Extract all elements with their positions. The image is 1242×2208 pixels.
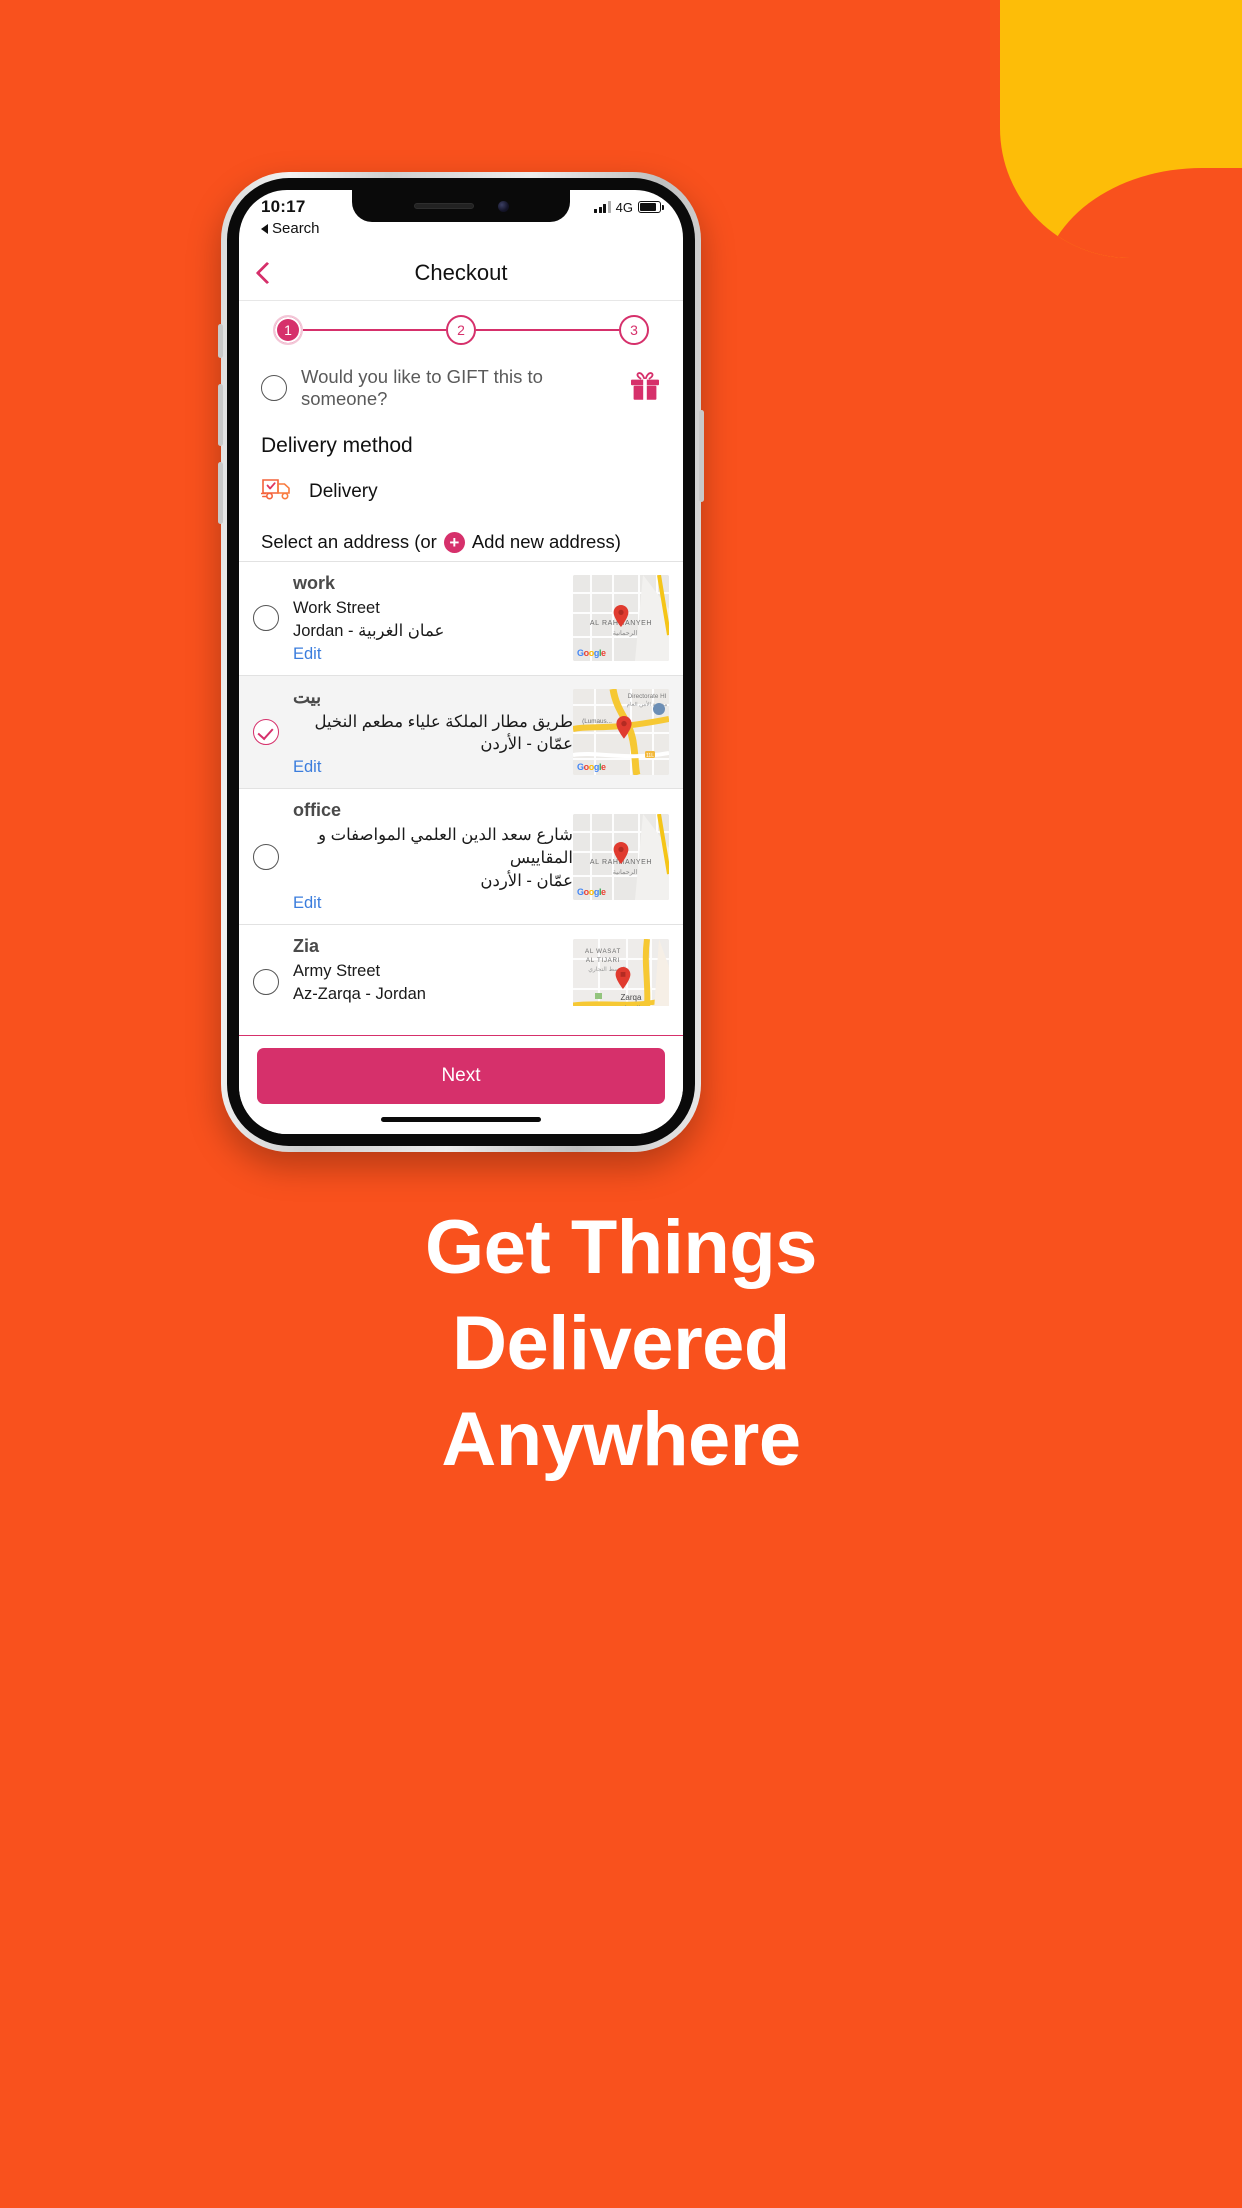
gift-question-label: Would you like to GIFT this to someone?	[301, 366, 543, 409]
address-map-thumbnail[interactable]: AL RAHMANYEH الرحمانية Google	[573, 575, 669, 662]
volume-down-button[interactable]	[218, 462, 223, 524]
home-indicator[interactable]	[381, 1117, 541, 1122]
select-address-line: Select an address (or + Add new address)	[239, 517, 683, 561]
svg-text:Zarqa: Zarqa	[621, 993, 642, 1002]
checkout-stepper: 1 2 3	[239, 300, 683, 360]
nav-bar: Checkout	[239, 246, 683, 300]
svg-text:(Lumaus...: (Lumaus...	[582, 718, 612, 725]
page-title: Checkout	[414, 260, 508, 285]
address-texts: بيت طريق مطار الملكة علياء مطعم النخيل ع…	[293, 687, 573, 778]
network-type-label: 4G	[615, 199, 633, 215]
decorative-yellow-shape	[1000, 0, 1242, 258]
gift-option-row[interactable]: Would you like to GIFT this to someone?	[239, 352, 683, 422]
address-radio[interactable]	[253, 605, 279, 632]
checkout-content: Would you like to GIFT this to someone? …	[239, 352, 683, 1006]
notch	[352, 190, 570, 222]
phone-screen: 10:17 4G Search Checkout 1 2 3 Would you…	[239, 190, 683, 1134]
address-line-1: Army Street	[293, 962, 381, 981]
address-line-2: عمّان - الأردن	[480, 871, 573, 890]
front-camera-icon	[497, 200, 509, 212]
stepper-step-1[interactable]: 1	[273, 315, 303, 345]
power-button[interactable]	[699, 410, 704, 502]
svg-text:AL WASAT: AL WASAT	[585, 948, 621, 955]
gift-icon	[629, 371, 661, 406]
checkout-footer: Next	[239, 1035, 683, 1134]
google-logo: Google	[577, 886, 606, 897]
next-button[interactable]: Next	[257, 1048, 665, 1104]
address-edit-link[interactable]: Edit	[293, 645, 573, 664]
address-edit-link[interactable]: Edit	[293, 894, 573, 913]
address-map-thumbnail[interactable]: Directorate HI مديرية الأمن العام (Lumau…	[573, 688, 669, 775]
triangle-left-icon	[261, 223, 268, 234]
back-to-search-label: Search	[272, 220, 320, 237]
gift-radio[interactable]	[261, 375, 287, 401]
address-radio[interactable]	[253, 968, 279, 995]
delivery-truck-icon	[260, 476, 295, 507]
address-list-item[interactable]: بيت طريق مطار الملكة علياء مطعم النخيل ع…	[239, 675, 683, 790]
address-name: بيت	[293, 686, 322, 707]
address-line-1: طريق مطار الملكة علياء مطعم النخيل	[314, 712, 573, 731]
delivery-method-row[interactable]: Delivery	[239, 464, 683, 517]
signal-bars-icon	[594, 201, 611, 213]
earpiece-speaker-icon	[413, 203, 474, 209]
stepper-connector-2	[476, 329, 619, 331]
address-texts: work Work Street Jordan - عمان الغربية E…	[293, 573, 573, 664]
phone-mockup: 10:17 4G Search Checkout 1 2 3 Would you…	[218, 172, 704, 1152]
google-logo: Google	[577, 761, 606, 772]
stepper-connector-1	[303, 329, 446, 331]
address-map-thumbnail[interactable]: AL WASAT AL TIJARI الوسط التجاري Zarqa ا…	[573, 938, 669, 1006]
delivery-method-label: Delivery	[309, 480, 378, 502]
stepper-step-3[interactable]: 3	[619, 315, 649, 345]
address-list: work Work Street Jordan - عمان الغربية E…	[239, 561, 683, 1006]
battery-icon	[638, 201, 664, 213]
svg-text:Directorate HI: Directorate HI	[628, 693, 667, 700]
marketing-headline: Get Things Delivered Anywhere	[0, 1200, 1242, 1487]
delivery-method-title: Delivery method	[261, 434, 413, 457]
svg-text:11L: 11L	[646, 753, 654, 759]
address-radio[interactable]	[253, 843, 279, 870]
add-new-address-link[interactable]: Add new address)	[472, 531, 621, 553]
address-line-2: عمّان - الأردن	[480, 735, 573, 754]
plus-circle-icon[interactable]: +	[443, 531, 465, 553]
address-edit-link[interactable]: Edit	[293, 758, 573, 777]
back-to-search-link[interactable]: Search	[261, 220, 320, 237]
address-radio[interactable]	[253, 718, 279, 745]
address-name: office	[293, 800, 342, 821]
silent-switch[interactable]	[218, 324, 223, 358]
status-time: 10:17	[261, 197, 306, 216]
svg-text:الزرقاء: الزرقاء	[622, 1004, 641, 1006]
headline-line-1: Get Things	[425, 1205, 817, 1290]
address-map-thumbnail[interactable]: AL RAHMANYEH الرحمانية Google	[573, 813, 669, 900]
address-texts: Zia Army Street Az-Zarqa - Jordan Edit	[293, 936, 573, 1006]
stepper-step-2[interactable]: 2	[446, 315, 476, 345]
address-line-1: شارع سعد الدين العلمي المواصفات و المقاي…	[318, 826, 573, 867]
headline-line-3: Anywhere	[441, 1396, 801, 1482]
address-line-1: Work Street	[293, 599, 380, 617]
address-list-item[interactable]: work Work Street Jordan - عمان الغربية E…	[239, 562, 683, 676]
svg-text:الرحمانية: الرحمانية	[613, 629, 638, 637]
select-address-prefix: Select an address (or	[261, 531, 437, 552]
address-line-2: Jordan - عمان الغربية	[293, 621, 445, 640]
headline-line-2: Delivered	[452, 1300, 790, 1386]
svg-text:AL TIJARI: AL TIJARI	[586, 957, 620, 964]
address-line-2: Az-Zarqa - Jordan	[293, 985, 426, 1004]
address-texts: office شارع سعد الدين العلمي المواصفات و…	[293, 800, 573, 913]
google-logo: Google	[577, 648, 606, 659]
address-list-item[interactable]: office شارع سعد الدين العلمي المواصفات و…	[239, 789, 683, 926]
status-right-group: 4G	[594, 199, 664, 215]
address-name: Zia	[293, 936, 320, 957]
address-list-item[interactable]: Zia Army Street Az-Zarqa - Jordan Edit A	[239, 925, 683, 1006]
address-name: work	[293, 573, 336, 593]
svg-text:الرحمانية: الرحمانية	[613, 868, 638, 876]
volume-up-button[interactable]	[218, 384, 223, 446]
